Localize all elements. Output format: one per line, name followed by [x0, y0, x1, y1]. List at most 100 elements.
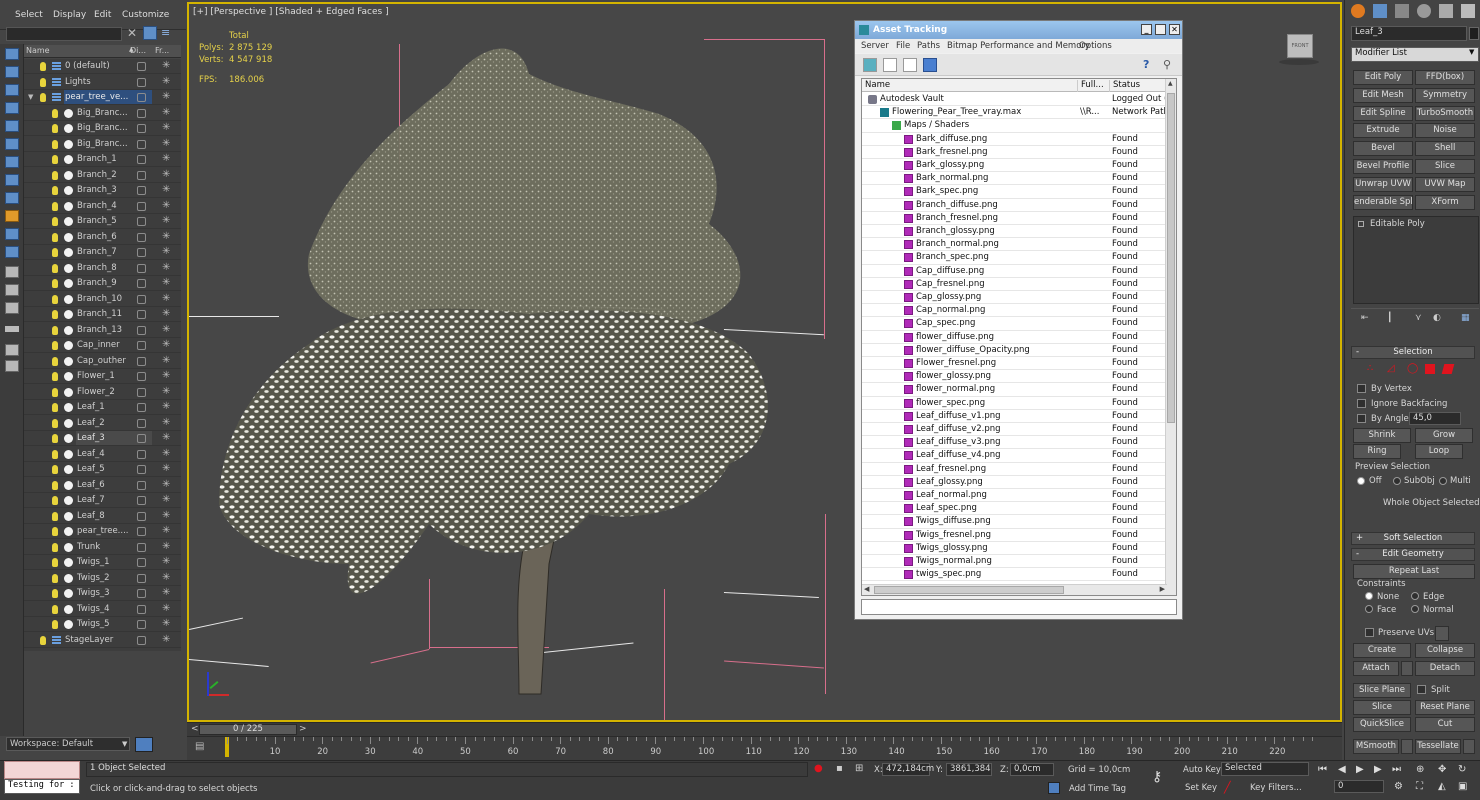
element-icon[interactable] — [1441, 364, 1455, 374]
display-toggle-icon[interactable] — [137, 387, 146, 397]
display-toggle-icon[interactable] — [137, 573, 146, 583]
display-toggle-icon[interactable] — [137, 449, 146, 459]
close-icon[interactable]: ✕ — [1169, 24, 1180, 35]
display-toggle-icon[interactable] — [137, 542, 146, 552]
asset-row[interactable]: Flower_fresnel.png Found — [862, 357, 1167, 371]
make-unique-icon[interactable]: ⋎ — [1415, 313, 1422, 323]
help-icon[interactable]: ? — [1143, 58, 1157, 72]
display-toggle-icon[interactable] — [137, 294, 146, 304]
expand-arrow-icon[interactable]: ▼ — [28, 93, 33, 101]
expand-icon[interactable] — [1358, 221, 1364, 227]
display-toggle-icon[interactable] — [137, 232, 146, 242]
freeze-icon[interactable]: ✳ — [162, 169, 170, 181]
display-toggle-icon[interactable] — [137, 217, 146, 226]
split-checkbox[interactable] — [1417, 685, 1426, 694]
freeze-icon[interactable]: ✳ — [162, 339, 170, 351]
freeze-icon[interactable]: ✳ — [162, 572, 170, 584]
modifier-button[interactable]: Unwrap UVW — [1353, 176, 1413, 192]
maxscript-listener-pink[interactable] — [4, 761, 80, 779]
display-toggle-icon[interactable] — [137, 511, 146, 521]
light-bulb-icon[interactable] — [52, 294, 58, 304]
asset-row[interactable]: Leaf_diffuse_v3.png Found — [862, 436, 1167, 450]
display-toggle-icon[interactable] — [137, 108, 146, 118]
light-bulb-icon[interactable] — [52, 465, 58, 474]
containers-icon[interactable] — [5, 284, 19, 296]
time-slider[interactable]: < 0 / 225 > — [187, 722, 1342, 736]
light-bulb-icon[interactable] — [52, 372, 58, 381]
menu-edit[interactable]: Edit — [94, 10, 111, 20]
preserve-uvs-checkbox[interactable] — [1365, 628, 1374, 637]
constraint-face-radio[interactable] — [1365, 605, 1373, 613]
light-bulb-icon[interactable] — [52, 310, 58, 319]
freeze-icon[interactable]: ✳ — [162, 556, 170, 568]
display-all-icon[interactable] — [5, 84, 19, 96]
asset-row[interactable]: Leaf_spec.png Found — [862, 502, 1167, 516]
select-icon[interactable] — [5, 48, 19, 60]
asset-row[interactable]: Bark_diffuse.png Found — [862, 133, 1167, 146]
ring-button[interactable]: Ring — [1353, 444, 1401, 459]
scene-item[interactable]: Branch_10 ✳ — [24, 292, 181, 307]
modifier-button[interactable]: TurboSmooth — [1415, 105, 1475, 121]
freeze-icon[interactable]: ✳ — [162, 417, 170, 429]
modifier-list-dropdown[interactable]: Modifier List — [1351, 47, 1479, 62]
display-toggle-icon[interactable] — [137, 434, 146, 443]
bones-icon[interactable] — [5, 266, 19, 278]
scroll-right-icon[interactable]: ▶ — [1160, 585, 1165, 593]
attach-button[interactable]: Attach — [1353, 661, 1399, 676]
light-bulb-icon[interactable] — [52, 139, 58, 149]
display-toggle-icon[interactable] — [137, 155, 146, 164]
collapse-button[interactable]: Collapse — [1415, 643, 1475, 658]
scene-item[interactable]: Flower_2 ✳ — [24, 385, 181, 400]
freeze-icon[interactable]: ✳ — [162, 463, 170, 475]
set-key-slash-icon[interactable]: ╱ — [1224, 781, 1231, 794]
asset-row[interactable]: flower_glossy.png Found — [862, 370, 1167, 384]
pan-icon[interactable]: ✥ — [1438, 764, 1446, 775]
light-bulb-icon[interactable] — [52, 387, 58, 397]
selection-lock-icon[interactable]: ▪ — [836, 763, 843, 774]
scene-item[interactable]: Leaf_3 ✳ — [24, 431, 181, 446]
context-help-icon[interactable]: ⚲ — [1163, 58, 1177, 72]
asset-scroll-thumb[interactable] — [1167, 93, 1175, 423]
freeze-icon[interactable]: ✳ — [162, 231, 170, 243]
freeze-icon[interactable]: ✳ — [162, 634, 170, 646]
asset-row[interactable]: Cap_glossy.png Found — [862, 291, 1167, 305]
refresh-icon[interactable] — [863, 58, 877, 72]
freeze-icon[interactable]: ✳ — [162, 107, 170, 119]
light-bulb-icon[interactable] — [52, 449, 58, 459]
preserve-uvs-settings-button[interactable] — [1435, 626, 1449, 641]
freeze-icon[interactable]: ✳ — [162, 262, 170, 274]
add-time-tag-button[interactable]: Add Time Tag — [1069, 784, 1126, 794]
scene-item[interactable]: pear_tree.... ✳ — [24, 524, 181, 539]
column-name[interactable]: Name — [865, 80, 890, 90]
quickslice-button[interactable]: QuickSlice — [1353, 717, 1411, 732]
display-toggle-icon[interactable] — [137, 356, 146, 366]
constraint-edge-radio[interactable] — [1411, 592, 1419, 600]
light-bulb-icon[interactable] — [40, 77, 46, 87]
vertex-icon[interactable]: ∴ — [1367, 363, 1373, 374]
by-angle-checkbox[interactable] — [1357, 414, 1366, 423]
modifier-button[interactable]: Shell — [1415, 141, 1475, 157]
minimize-icon[interactable]: _ — [1141, 24, 1152, 35]
scene-item[interactable]: Leaf_7 ✳ — [24, 493, 181, 508]
orbit-icon[interactable]: ↻ — [1458, 764, 1466, 775]
lights-icon[interactable] — [5, 156, 19, 168]
scroll-up-icon[interactable]: ▲ — [1168, 80, 1173, 87]
asset-row[interactable]: Bark_glossy.png Found — [862, 159, 1167, 173]
display-tab-icon[interactable] — [1439, 4, 1453, 18]
modifier-button[interactable]: FFD(box) — [1415, 70, 1475, 85]
scene-item[interactable]: Branch_13 ✳ — [24, 323, 181, 338]
column-display[interactable]: Di... — [130, 46, 146, 55]
asset-row[interactable]: Cap_diffuse.png Found — [862, 265, 1167, 278]
stack-item-editable-poly[interactable]: Editable Poly — [1370, 219, 1425, 229]
field-of-view-icon[interactable]: ◭ — [1438, 781, 1446, 792]
light-bulb-icon[interactable] — [52, 232, 58, 242]
object-color-swatch[interactable] — [1469, 27, 1479, 40]
space-warps-icon[interactable] — [5, 210, 19, 222]
groups-icon[interactable] — [5, 228, 19, 240]
light-bulb-icon[interactable] — [52, 620, 58, 629]
set-key-button[interactable]: Set Key — [1185, 783, 1217, 793]
y-coordinate-field[interactable]: 3861,384 — [946, 763, 992, 776]
asset-row[interactable]: flower_spec.png Found — [862, 397, 1167, 410]
modifier-button[interactable]: Bevel Profile — [1353, 159, 1413, 174]
asset-row[interactable]: Cap_normal.png Found — [862, 304, 1167, 318]
